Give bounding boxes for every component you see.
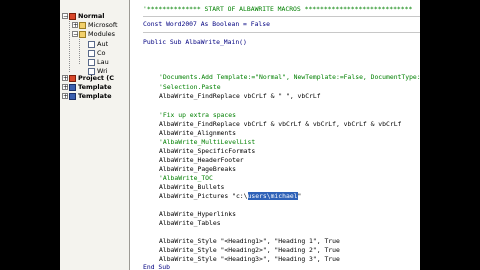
expand-icon[interactable]: + — [62, 75, 68, 82]
expand-icon[interactable]: + — [62, 84, 68, 91]
tree-item-label: Template — [78, 92, 112, 100]
selected-text[interactable]: users\michael — [247, 192, 298, 200]
tree-item-microsoft[interactable]: + Microsoft — [72, 21, 118, 30]
pictures-call: AlbaWrite_Pictures "c:\ — [159, 192, 248, 200]
procedure-separator — [143, 16, 420, 17]
code-line[interactable]: Const Word2007 As Boolean = False — [143, 19, 270, 29]
tree-item-label: Microsoft — [88, 21, 118, 29]
tree-guide-line — [69, 18, 70, 72]
tree-item-modules[interactable]: − Modules — [72, 30, 115, 39]
tree-item-label: Co — [97, 49, 106, 57]
expand-icon[interactable]: + — [72, 22, 78, 29]
tree-item-label: Modules — [88, 30, 116, 38]
tree-item-label: Template — [78, 83, 112, 91]
vba-project-icon — [69, 13, 76, 20]
tree-item-label: Lau — [97, 58, 109, 66]
tree-guide-line — [79, 36, 80, 64]
tree-item-module[interactable]: Lau — [88, 58, 109, 67]
word-template-icon — [69, 93, 76, 100]
code-line[interactable]: '************** START OF ALBAWRITE MACRO… — [143, 4, 412, 14]
tree-item-normal[interactable]: − Normal — [62, 12, 105, 21]
code-line[interactable]: AlbaWrite_Style "<Heading3>", "Heading 3… — [159, 254, 340, 264]
tree-item-module[interactable]: Aut — [88, 40, 108, 49]
tree-item-module[interactable]: Co — [88, 49, 106, 58]
procedure-separator — [143, 32, 420, 33]
word-template-icon — [69, 84, 76, 91]
code-line[interactable]: AlbaWrite_FindReplace vbCrLf & " ", vbCr… — [159, 91, 321, 101]
vba-project-icon — [69, 75, 76, 82]
code-line[interactable]: End Sub — [143, 262, 170, 270]
expand-icon[interactable]: + — [62, 93, 68, 100]
const-statement: Const Word2007 As Boolean = False — [143, 20, 270, 28]
folder-icon — [79, 31, 86, 38]
module-icon — [88, 41, 95, 48]
tree-item-label: Normal — [78, 12, 105, 20]
tree-item-template[interactable]: + Template — [62, 83, 112, 92]
collapse-icon[interactable]: − — [72, 31, 78, 38]
project-explorer[interactable]: − Normal + Microsoft − Modules Aut Co Lau W… — [60, 0, 130, 270]
module-icon — [88, 59, 95, 66]
letterbox-left — [0, 0, 60, 270]
tree-item-label: Aut — [97, 40, 109, 48]
collapse-icon[interactable]: − — [62, 13, 68, 20]
code-line[interactable]: AlbaWrite_Pictures "c:\users\michael" — [159, 191, 301, 201]
module-icon — [88, 50, 95, 57]
tree-item-label: Project (C — [78, 74, 115, 82]
code-line[interactable]: AlbaWrite_Tables — [159, 218, 221, 228]
code-line[interactable]: 'Documents.Add Template:="Normal", NewTe… — [159, 72, 420, 82]
sub-declaration: Public Sub AlbaWrite_Main() — [143, 38, 247, 46]
pictures-call-end: " — [297, 192, 302, 200]
folder-icon — [79, 22, 86, 29]
letterbox-right — [420, 0, 480, 270]
tree-item-project[interactable]: + Project (C — [62, 74, 114, 83]
tree-item-template[interactable]: + Template — [62, 92, 112, 101]
code-line[interactable]: Public Sub AlbaWrite_Main() — [143, 37, 247, 47]
code-editor[interactable]: '************** START OF ALBAWRITE MACRO… — [130, 0, 420, 270]
